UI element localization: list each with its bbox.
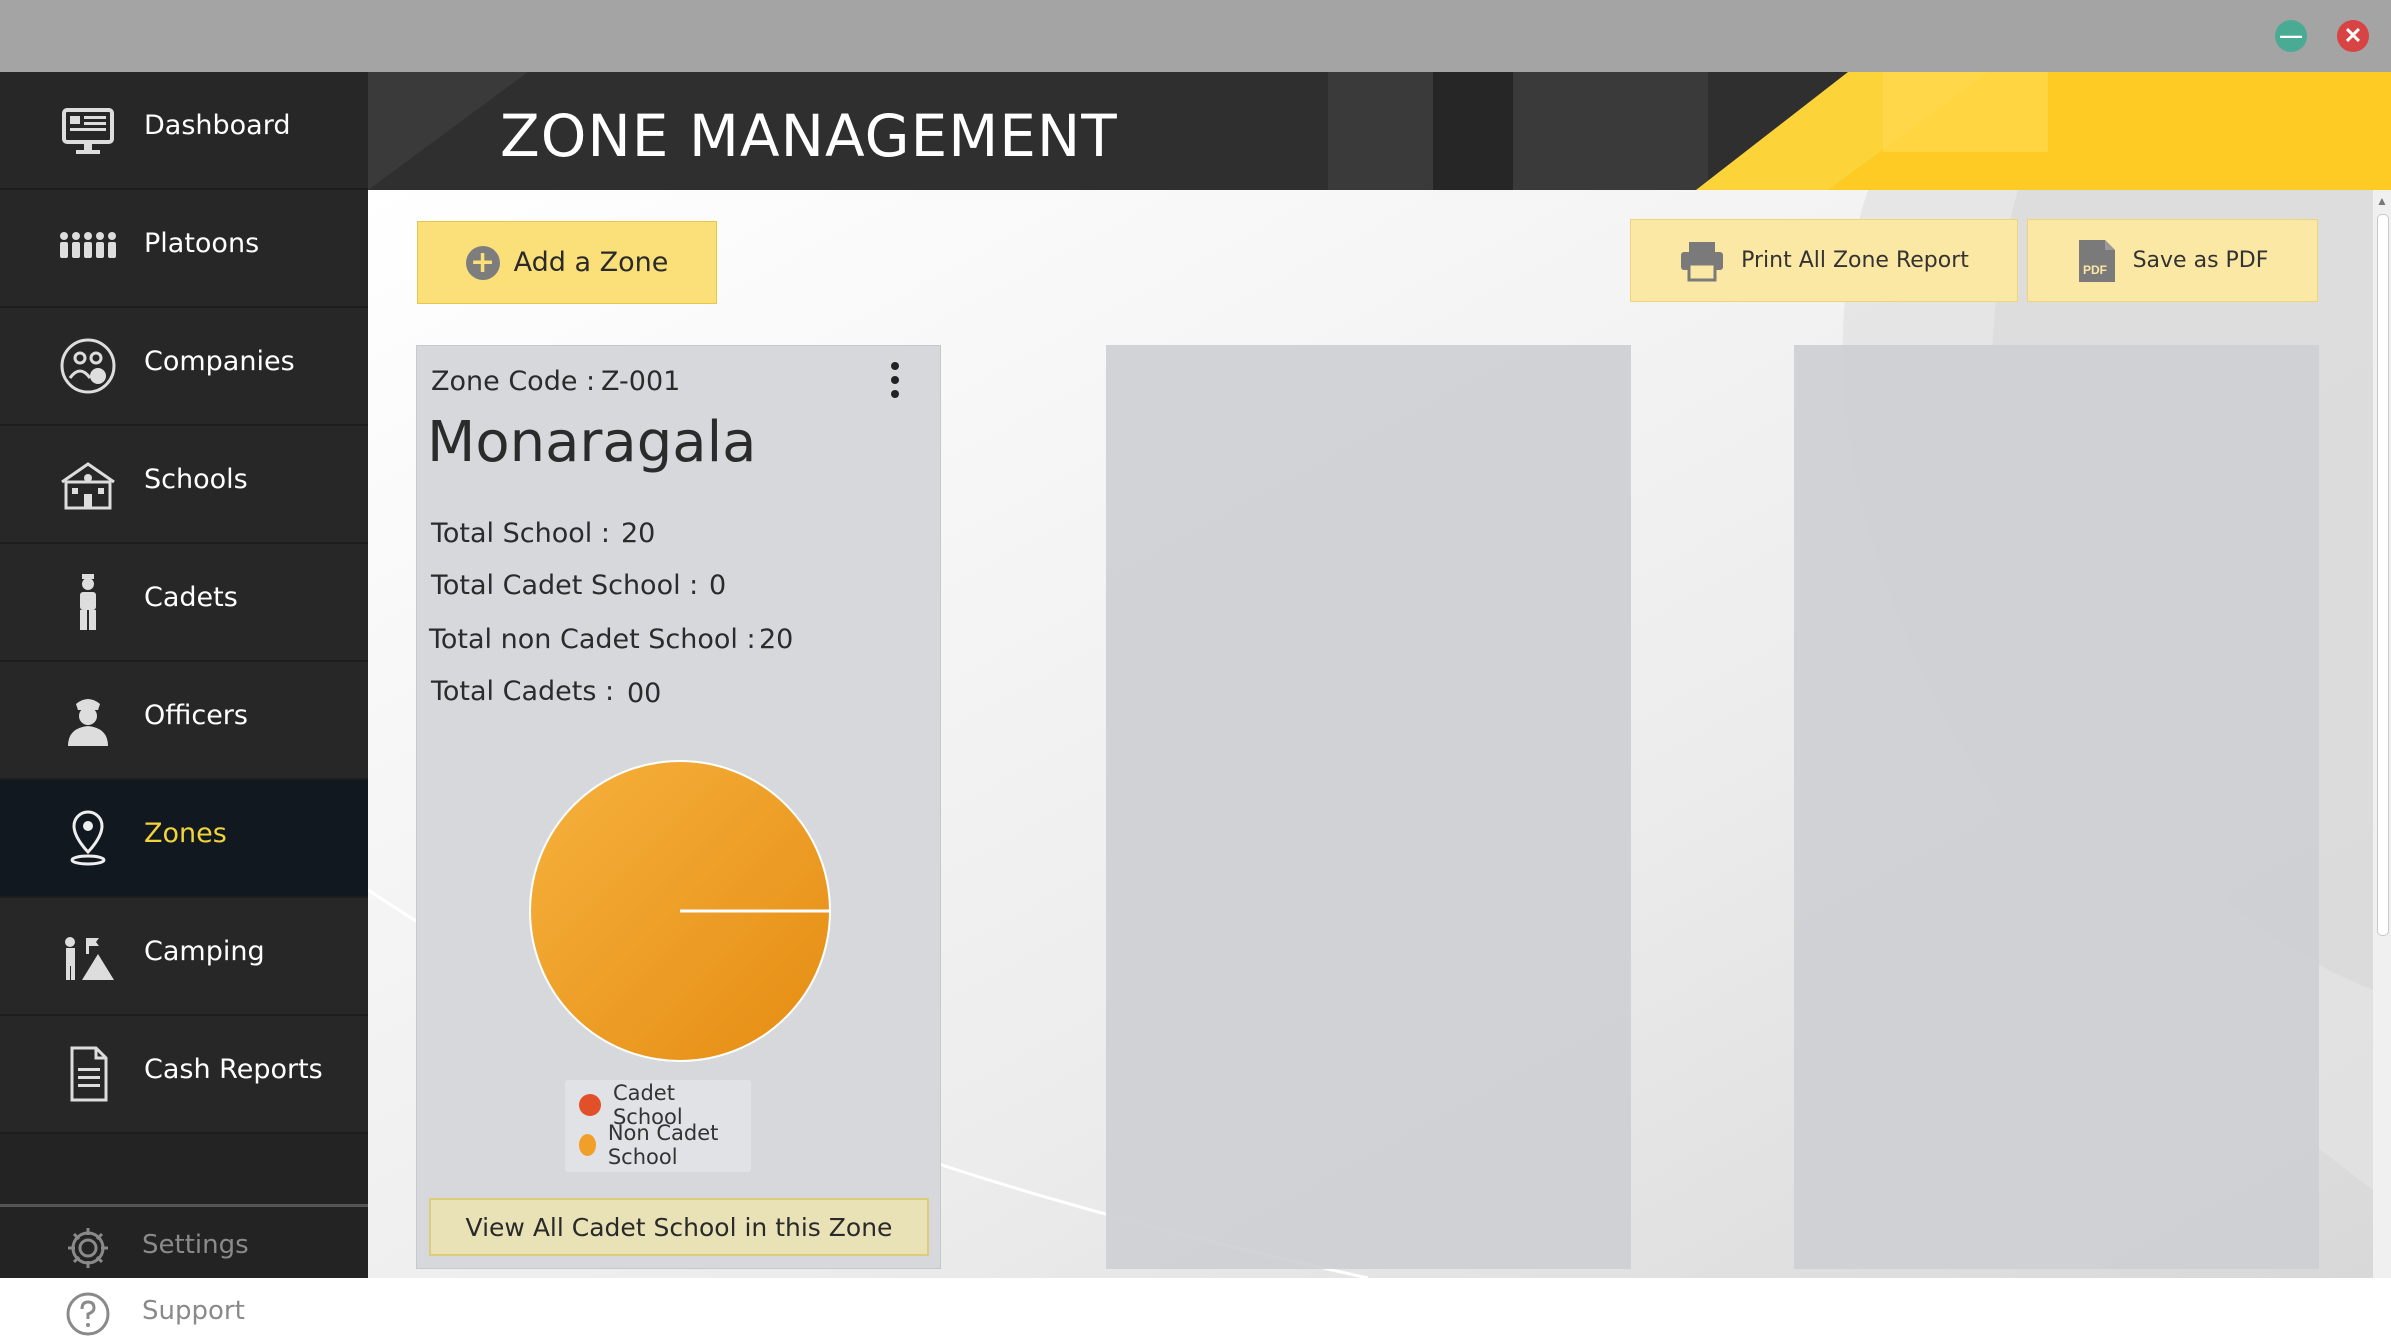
zone-card-placeholder (1106, 345, 1631, 1269)
sidebar-divider (0, 1204, 368, 1207)
sidebar-item-label: Schools (144, 464, 248, 495)
sidebar-item-support[interactable]: Support (0, 1278, 368, 1344)
zone-name: Monaragala (427, 410, 757, 475)
monitor-icon (62, 108, 114, 154)
stat-value: 20 (759, 624, 794, 655)
sidebar: Dashboard Platoons Companies Schools Cad… (0, 72, 368, 1336)
sidebar-item-platoons[interactable]: Platoons (0, 190, 368, 308)
stat-value: 0 (709, 570, 727, 601)
stat-value: 00 (627, 678, 662, 709)
legend-dot (579, 1134, 596, 1156)
officer-icon (68, 699, 108, 746)
print-report-button[interactable]: Print All Zone Report (1630, 219, 2018, 302)
zone-code-value: Z-001 (601, 366, 681, 397)
stat-label: Total Cadet School : (431, 570, 699, 601)
sidebar-item-cadets[interactable]: Cadets (0, 544, 368, 662)
more-options-icon[interactable] (885, 362, 905, 406)
sidebar-item-officers[interactable]: Officers (0, 662, 368, 780)
location-pin-icon (70, 810, 106, 866)
sidebar-item-label: Settings (142, 1230, 249, 1260)
svg-text:PDF: PDF (2083, 263, 2107, 277)
chart-legend: Cadet School Non Cadet School (565, 1080, 751, 1172)
stat-label: Total non Cadet School : (429, 624, 756, 655)
legend-label: Non Cadet School (607, 1121, 719, 1169)
stat-label: Total School : (431, 518, 610, 549)
help-icon (66, 1292, 110, 1336)
scrollbar-thumb[interactable] (2377, 214, 2389, 936)
view-cadet-schools-button[interactable]: View All Cadet School in this Zone (429, 1198, 929, 1256)
sidebar-item-schools[interactable]: Schools (0, 426, 368, 544)
sidebar-item-companies[interactable]: Companies (0, 308, 368, 426)
vertical-scrollbar[interactable]: ▲ (2373, 190, 2391, 1278)
sidebar-item-label: Companies (144, 346, 295, 377)
add-zone-label: Add a Zone (513, 247, 669, 278)
school-icon (61, 462, 115, 510)
close-button[interactable]: ✕ (2337, 20, 2369, 52)
sidebar-item-label: Officers (144, 700, 248, 731)
camping-icon (65, 937, 114, 980)
title-bar: — ✕ (0, 0, 2391, 72)
sidebar-item-label: Dashboard (144, 110, 291, 141)
company-icon (60, 338, 116, 394)
legend-item: Non Cadet School (579, 1121, 751, 1169)
sidebar-item-label: Cadets (144, 582, 238, 613)
sidebar-item-label: Camping (144, 936, 265, 967)
sidebar-item-label: Platoons (144, 228, 260, 259)
sidebar-item-cash-reports[interactable]: Cash Reports (0, 1016, 368, 1134)
sidebar-item-label: Cash Reports (144, 1054, 323, 1085)
legend-item: Cadet School (579, 1081, 751, 1129)
pie-chart (527, 758, 833, 1064)
plus-icon: + (465, 245, 500, 280)
zone-card[interactable]: Zone Code : Z-001 Monaragala Total Schoo… (416, 345, 941, 1269)
sidebar-item-label: Support (142, 1296, 245, 1326)
page-header: ZONE MANAGEMENT (368, 72, 2391, 190)
stat-value: 20 (621, 518, 656, 549)
document-icon (70, 1046, 108, 1102)
cadet-icon (80, 574, 96, 630)
sidebar-item-camping[interactable]: Camping (0, 898, 368, 1016)
sidebar-item-dashboard[interactable]: Dashboard (0, 72, 368, 190)
pie-chart-svg (529, 760, 831, 1062)
page-title: ZONE MANAGEMENT (500, 102, 1118, 170)
add-zone-button[interactable]: + Add a Zone (417, 221, 717, 304)
minimize-button[interactable]: — (2275, 20, 2307, 52)
scroll-up-icon[interactable]: ▲ (2376, 194, 2388, 208)
sidebar-item-settings[interactable]: Settings (0, 1212, 368, 1278)
sidebar-item-zones[interactable]: Zones (0, 780, 368, 898)
save-pdf-label: Save as PDF (2132, 248, 2269, 273)
save-pdf-button[interactable]: PDF Save as PDF (2027, 219, 2318, 302)
gear-icon (68, 1228, 108, 1268)
stat-label: Total Cadets : (431, 676, 615, 707)
pdf-icon: PDF (2078, 239, 2115, 282)
people-group-icon (60, 232, 116, 258)
zone-card-placeholder (1794, 345, 2319, 1269)
printer-icon (1681, 241, 1724, 281)
sidebar-item-label: Zones (144, 818, 227, 849)
zone-code-label: Zone Code : (431, 366, 596, 397)
legend-dot (579, 1094, 601, 1116)
print-report-label: Print All Zone Report (1741, 248, 1969, 273)
